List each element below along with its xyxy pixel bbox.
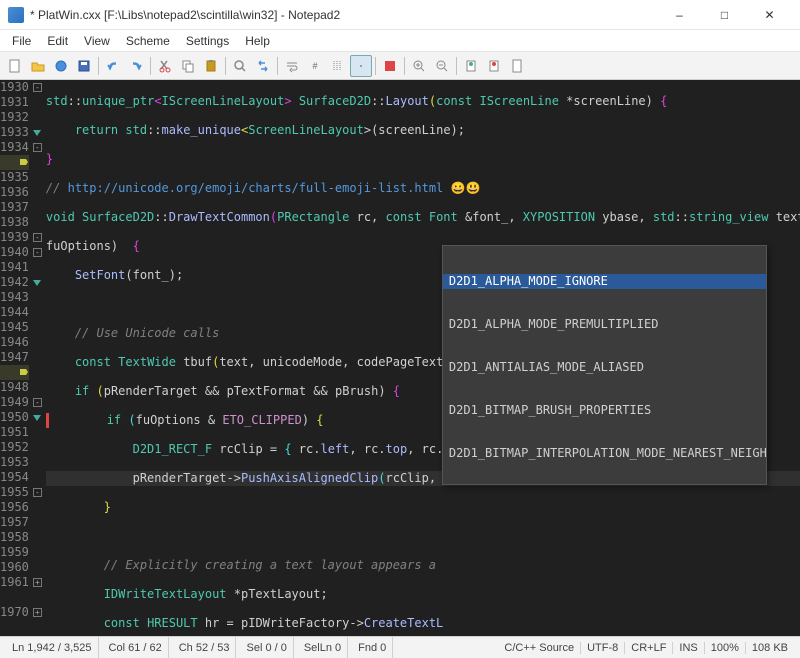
titlebar: * PlatWin.cxx [F:\Libs\notepad2\scintill… [0,0,800,30]
find-icon[interactable] [229,55,251,77]
zoom-out-icon[interactable] [431,55,453,77]
window-title: * PlatWin.cxx [F:\Libs\notepad2\scintill… [30,8,657,22]
maximize-button[interactable]: □ [702,0,747,30]
menu-file[interactable]: File [4,32,39,50]
fold-toggle-icon[interactable]: - [33,398,42,407]
status-sel: Sel 0 / 0 [240,637,293,658]
statusbar: Ln 1,942 / 3,525 Col 61 / 62 Ch 52 / 53 … [0,636,800,658]
toggle-num-icon[interactable]: # [304,55,326,77]
toolbar: # [0,52,800,80]
new-file-icon[interactable] [4,55,26,77]
menu-edit[interactable]: Edit [39,32,76,50]
toolbar-separator [277,57,278,75]
autocomplete-item[interactable]: D2D1_ANTIALIAS_MODE_ALIASED [443,360,766,375]
status-find: Fnd 0 [352,637,393,658]
autocomplete-item[interactable]: D2D1_ALPHA_MODE_PREMULTIPLIED [443,317,766,332]
minimize-button[interactable]: – [657,0,702,30]
paste-icon[interactable] [200,55,222,77]
fold-toggle-icon[interactable]: + [33,578,42,587]
toolbar-separator [375,57,376,75]
menu-scheme[interactable]: Scheme [118,32,178,50]
code-area[interactable]: std::unique_ptr<IScreenLineLayout> Surfa… [42,80,800,636]
toolbar-separator [404,57,405,75]
word-wrap-icon[interactable] [281,55,303,77]
toolbar-separator [456,57,457,75]
indent-guide-icon[interactable] [327,55,349,77]
menu-settings[interactable]: Settings [178,32,237,50]
fold-toggle-icon[interactable]: - [33,248,42,257]
menubar: File Edit View Scheme Settings Help [0,30,800,52]
close-button[interactable]: ✕ [747,0,792,30]
bookmark-marker-icon [33,280,41,286]
bookmark-icon[interactable] [460,55,482,77]
line-number-gutter: 1930 1931 1932 1933 1934 1935 1936 1937 … [0,80,33,636]
bookmark-marker-icon [33,130,41,136]
fold-margin[interactable]: - - - - - - + + + [33,80,42,636]
undo-icon[interactable] [102,55,124,77]
autocomplete-popup[interactable]: D2D1_ALPHA_MODE_IGNORE D2D1_ALPHA_MODE_P… [442,245,767,485]
fold-toggle-icon[interactable]: - [33,83,42,92]
copy-icon[interactable] [177,55,199,77]
status-eol[interactable]: CR+LF [625,642,673,654]
fold-toggle-icon[interactable]: - [33,488,42,497]
status-col[interactable]: Col 61 / 62 [103,637,169,658]
status-line[interactable]: Ln 1,942 / 3,525 [6,637,99,658]
app-icon [8,7,24,23]
autocomplete-item[interactable]: D2D1_BITMAP_BRUSH_PROPERTIES [443,403,766,418]
status-encoding[interactable]: UTF-8 [581,642,625,654]
toolbar-separator [150,57,151,75]
cut-icon[interactable] [154,55,176,77]
bookmark2-icon[interactable] [483,55,505,77]
status-ch: Ch 52 / 53 [173,637,237,658]
fold-toggle-icon[interactable]: + [33,608,42,617]
toolbar-separator [98,57,99,75]
scheme-icon[interactable] [379,55,401,77]
editor[interactable]: 1930 1931 1932 1933 1934 1935 1936 1937 … [0,80,800,636]
browse-icon[interactable] [50,55,72,77]
bookmark-marker-icon [33,415,41,421]
open-file-icon[interactable] [27,55,49,77]
autocomplete-item[interactable]: D2D1_BITMAP_INTERPOLATION_MODE_NEAREST_N… [443,446,766,461]
whitespace-icon[interactable] [350,55,372,77]
status-insert-mode[interactable]: INS [673,642,704,654]
status-selln: SelLn 0 [298,637,348,658]
replace-icon[interactable] [252,55,274,77]
file-info-icon[interactable] [506,55,528,77]
fold-toggle-icon[interactable]: - [33,233,42,242]
status-zoom[interactable]: 100% [705,642,746,654]
menu-view[interactable]: View [76,32,118,50]
zoom-in-icon[interactable] [408,55,430,77]
fold-toggle-icon[interactable]: - [33,143,42,152]
redo-icon[interactable] [125,55,147,77]
toolbar-separator [225,57,226,75]
window-controls: – □ ✕ [657,0,792,30]
status-filesize: 108 KB [746,642,794,654]
menu-help[interactable]: Help [237,32,278,50]
save-icon[interactable] [73,55,95,77]
status-language[interactable]: C/C++ Source [498,642,581,654]
autocomplete-item[interactable]: D2D1_ALPHA_MODE_IGNORE [443,274,766,289]
